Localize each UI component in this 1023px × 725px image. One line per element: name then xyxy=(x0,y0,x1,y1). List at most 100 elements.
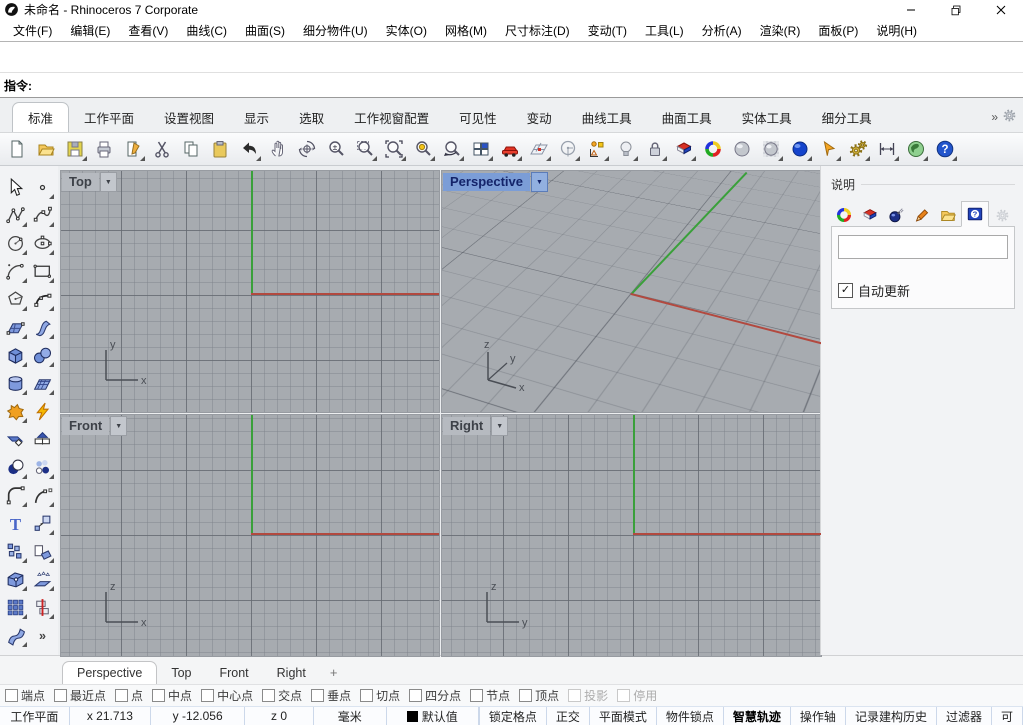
menu-item[interactable]: 工具(L) xyxy=(636,20,693,41)
osnap-checkbox[interactable] xyxy=(311,689,324,702)
pan-icon[interactable] xyxy=(263,135,292,163)
grid9-icon[interactable] xyxy=(2,593,29,621)
panel-tab-pen[interactable] xyxy=(909,203,935,227)
srf-plane-icon[interactable] xyxy=(2,313,29,341)
menu-item[interactable]: 文件(F) xyxy=(4,20,61,41)
osnap-checkbox[interactable] xyxy=(519,689,532,702)
ribbon-tab[interactable]: 显示 xyxy=(229,103,284,132)
osnap-端点[interactable]: 端点 xyxy=(5,687,45,704)
viewport-front-title[interactable]: Front ▼ xyxy=(62,416,127,436)
spheres-icon[interactable] xyxy=(29,341,56,369)
gear-icon[interactable] xyxy=(1002,108,1017,126)
ribbon-tab[interactable]: 工作平面 xyxy=(69,103,149,132)
array-icon[interactable] xyxy=(2,537,29,565)
bool-union-icon[interactable] xyxy=(2,453,29,481)
viewport-top[interactable]: Top ▼ y x xyxy=(60,170,440,413)
menu-item[interactable]: 分析(A) xyxy=(693,20,751,41)
viewport-perspective-title[interactable]: Perspective ▼ xyxy=(443,172,548,192)
extrude-icon[interactable] xyxy=(29,565,56,593)
mesh-srf-icon[interactable] xyxy=(29,369,56,397)
panel-tab-panel-help[interactable]: ? xyxy=(961,201,989,227)
menu-item[interactable]: 尺寸标注(D) xyxy=(496,20,579,41)
osnap-checkbox[interactable] xyxy=(5,689,18,702)
ribbon-tab[interactable]: 实体工具 xyxy=(727,103,807,132)
menu-item[interactable]: 网格(M) xyxy=(436,20,496,41)
panel-tab-bomb[interactable] xyxy=(883,203,909,227)
viewport-layout-icon[interactable] xyxy=(466,135,495,163)
split-icon[interactable] xyxy=(29,425,56,453)
move-points-icon[interactable] xyxy=(582,135,611,163)
rotate-view-icon[interactable] xyxy=(292,135,321,163)
box-icon[interactable] xyxy=(2,341,29,369)
osnap-checkbox[interactable] xyxy=(152,689,165,702)
viewport-tab-front[interactable]: Front xyxy=(205,662,262,684)
viewport-tab-top[interactable]: Top xyxy=(157,662,205,684)
compass-icon[interactable] xyxy=(553,135,582,163)
chevron-down-icon[interactable]: ▼ xyxy=(491,416,508,436)
panel-tab-open-file[interactable] xyxy=(935,203,961,227)
osnap-点[interactable]: 点 xyxy=(115,687,143,704)
status-操作轴[interactable]: 操作轴 xyxy=(791,707,846,725)
restore-button[interactable] xyxy=(933,0,978,19)
cut-icon[interactable] xyxy=(147,135,176,163)
status-平面模式[interactable]: 平面模式 xyxy=(590,707,657,725)
chevron-down-icon[interactable]: ▼ xyxy=(110,416,127,436)
auto-update-checkbox[interactable]: ✓ xyxy=(838,283,853,298)
menu-item[interactable]: 查看(V) xyxy=(119,20,177,41)
paste-icon[interactable] xyxy=(205,135,234,163)
pointer-icon[interactable] xyxy=(2,173,29,201)
viewport-right[interactable]: Right ▼ z y xyxy=(441,414,822,657)
panel-tab-layer[interactable] xyxy=(857,203,883,227)
sphere-blue-icon[interactable] xyxy=(785,135,814,163)
osnap-checkbox[interactable] xyxy=(360,689,373,702)
osnap-中点[interactable]: 中点 xyxy=(152,687,192,704)
ribbon-tab[interactable]: 标准 xyxy=(12,102,69,132)
status-智慧轨迹[interactable]: 智慧轨迹 xyxy=(724,707,791,725)
menu-item[interactable]: 说明(H) xyxy=(867,20,926,41)
status-z 0[interactable]: z 0 xyxy=(245,707,313,725)
command-input[interactable] xyxy=(36,77,1023,93)
ribbon-tab[interactable]: 选取 xyxy=(284,103,339,132)
open-file-icon[interactable] xyxy=(31,135,60,163)
crv-fillet-icon[interactable] xyxy=(2,481,29,509)
osnap-垂点[interactable]: 垂点 xyxy=(311,687,351,704)
menu-item[interactable]: 曲线(C) xyxy=(177,20,236,41)
zoom-selected-icon[interactable] xyxy=(408,135,437,163)
status-可[interactable]: 可 xyxy=(992,707,1023,725)
osnap-节点[interactable]: 节点 xyxy=(470,687,510,704)
help-icon[interactable]: ? xyxy=(930,135,959,163)
bool-two-icon[interactable] xyxy=(29,453,56,481)
viewport-right-title[interactable]: Right ▼ xyxy=(443,416,508,436)
osnap-中心点[interactable]: 中心点 xyxy=(201,687,253,704)
globe-icon[interactable] xyxy=(901,135,930,163)
osnap-checkbox[interactable] xyxy=(568,689,581,702)
point-icon[interactable] xyxy=(29,173,56,201)
shaded-sphere-icon[interactable] xyxy=(727,135,756,163)
cylinder-icon[interactable] xyxy=(2,369,29,397)
new-file-icon[interactable] xyxy=(2,135,31,163)
copy-icon[interactable] xyxy=(176,135,205,163)
status-锁定格点[interactable]: 锁定格点 xyxy=(480,707,547,725)
status-毫米[interactable]: 毫米 xyxy=(314,707,387,725)
viewport-front[interactable]: Front ▼ z x xyxy=(60,414,440,657)
print-icon[interactable] xyxy=(89,135,118,163)
menu-item[interactable]: 编辑(E) xyxy=(61,20,119,41)
status-正交[interactable]: 正交 xyxy=(547,707,590,725)
osnap-四分点[interactable]: 四分点 xyxy=(409,687,461,704)
srf-curved-icon[interactable] xyxy=(29,313,56,341)
more-icon[interactable]: » xyxy=(29,621,56,649)
sphere-grid-icon[interactable] xyxy=(756,135,785,163)
ribbon-tab[interactable]: 变动 xyxy=(512,103,567,132)
ribbon-tab[interactable]: 可见性 xyxy=(444,103,512,132)
ellipse-icon[interactable] xyxy=(29,229,56,257)
arc-icon[interactable] xyxy=(2,257,29,285)
trim-icon[interactable] xyxy=(2,425,29,453)
menu-item[interactable]: 面板(P) xyxy=(809,20,867,41)
ribbon-tab[interactable]: 曲线工具 xyxy=(567,103,647,132)
panel-tab-color-wheel[interactable] xyxy=(831,203,857,227)
osnap-停用[interactable]: 停用 xyxy=(617,687,657,704)
close-button[interactable] xyxy=(978,0,1023,19)
ribbon-tab[interactable]: 细分工具 xyxy=(807,103,887,132)
lamp-icon[interactable] xyxy=(611,135,640,163)
polygon-icon[interactable] xyxy=(2,285,29,313)
